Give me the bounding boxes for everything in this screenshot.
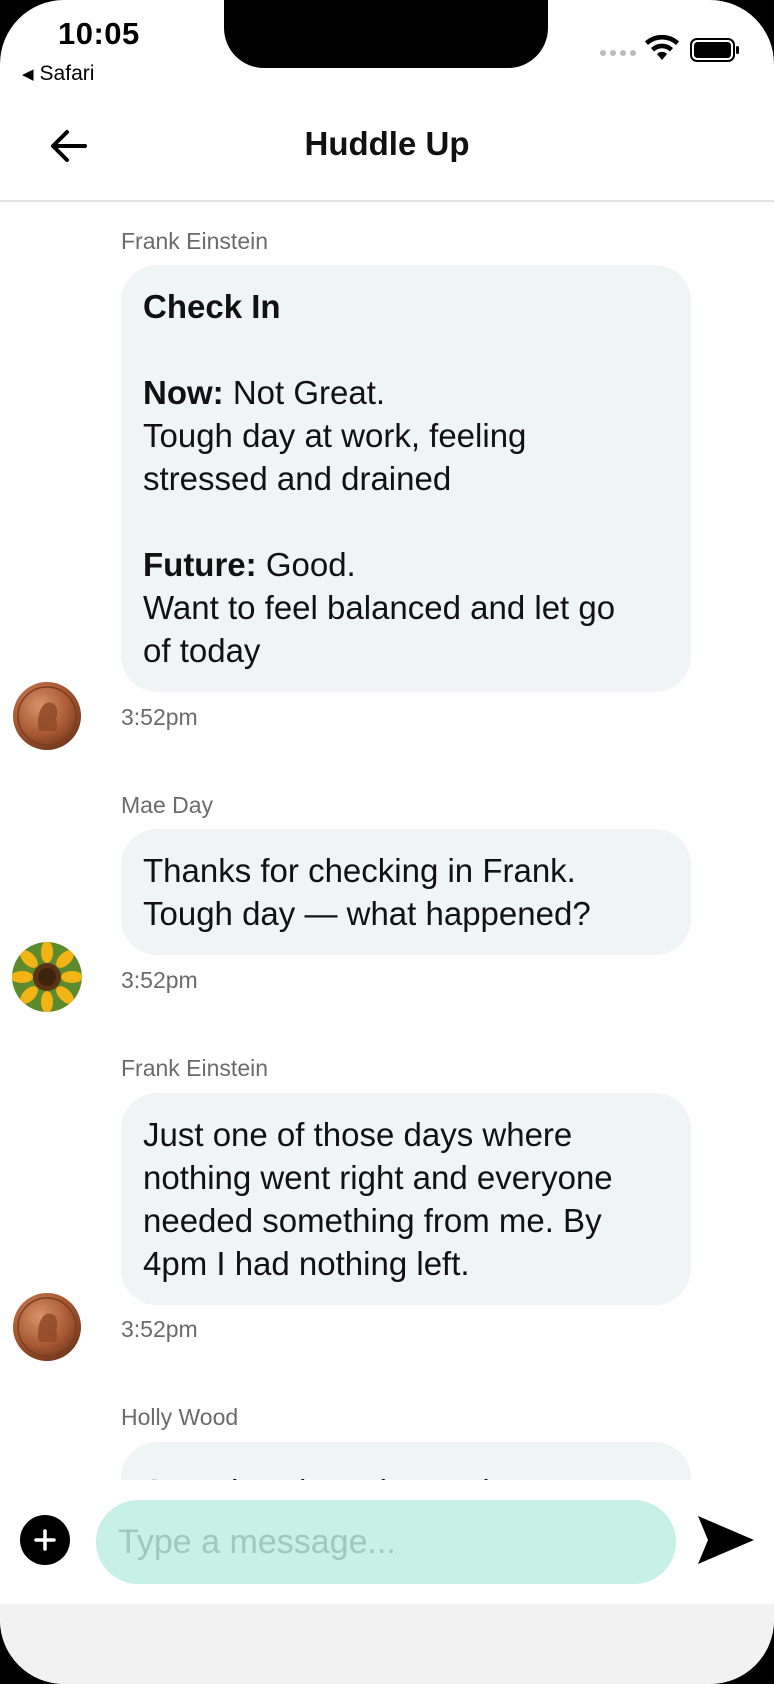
message-text-1: Thanks for checking in Frank. (143, 852, 576, 889)
checkin-future: Future: Good. (143, 546, 356, 583)
message-time: 3:52pm (121, 704, 198, 730)
sender-name: Mae Day (121, 792, 214, 818)
sender-name: Frank Einstein (121, 1055, 269, 1081)
message-text-2: nothing went right and everyone (143, 1159, 613, 1196)
signal-icon (600, 50, 636, 56)
penny-avatar[interactable] (12, 681, 82, 751)
message-text-1: Just one of those days where (143, 1116, 573, 1153)
message-bubble[interactable]: Sounds exhausting. Being (121, 1442, 691, 1480)
message-bubble[interactable]: Check In Now: Not Great. Tough day at wo… (121, 265, 691, 692)
nav-bar: Huddle Up (0, 100, 774, 202)
send-icon[interactable] (694, 1510, 758, 1570)
plus-icon (34, 1529, 56, 1551)
message-time: 3:52pm (121, 1316, 198, 1342)
checkin-now-text-1: Tough day at work, feeling (143, 417, 527, 454)
back-triangle-icon: ◀ (22, 66, 34, 83)
add-button[interactable] (20, 1515, 70, 1565)
notch (224, 0, 548, 68)
sender-name: Holly Wood (121, 1404, 239, 1430)
battery-icon (690, 38, 739, 62)
message-bubble[interactable]: Just one of those days where nothing wen… (121, 1093, 691, 1305)
home-indicator-area (0, 1604, 774, 1684)
back-to-safari[interactable]: ◀ Safari (22, 62, 94, 86)
sender-name: Frank Einstein (121, 228, 269, 254)
message-input[interactable] (96, 1500, 676, 1584)
checkin-future-text-1: Want to feel balanced and let go (143, 589, 616, 626)
message-composer (0, 1480, 774, 1604)
wifi-icon (645, 34, 679, 60)
page-title: Huddle Up (304, 125, 470, 162)
message-bubble[interactable]: Thanks for checking in Frank. Tough day … (121, 829, 691, 955)
checkin-now-text-2: stressed and drained (143, 460, 452, 497)
checkin-title: Check In (143, 288, 281, 325)
sunflower-avatar[interactable] (12, 942, 82, 1012)
penny-avatar[interactable] (12, 1292, 82, 1362)
checkin-now: Now: Not Great. (143, 374, 386, 411)
back-app-label: Safari (39, 62, 95, 85)
status-bar: 10:05 ◀ Safari (0, 0, 774, 100)
message-text-3: needed something from me. By (143, 1202, 602, 1239)
message-list[interactable]: Frank Einstein Check In Now: Not Great. … (0, 204, 774, 1480)
status-time: 10:05 (58, 16, 140, 51)
message-time: 3:52pm (121, 967, 198, 993)
phone-screen: 10:05 ◀ Safari Huddle Up Frank Einstein … (0, 0, 774, 1684)
message-text-1: Sounds exhausting. Being (143, 1462, 669, 1480)
message-text-4: 4pm I had nothing left. (143, 1245, 470, 1282)
checkin-future-text-2: of today (143, 632, 261, 669)
message-text-2: Tough day — what happened? (143, 895, 591, 932)
